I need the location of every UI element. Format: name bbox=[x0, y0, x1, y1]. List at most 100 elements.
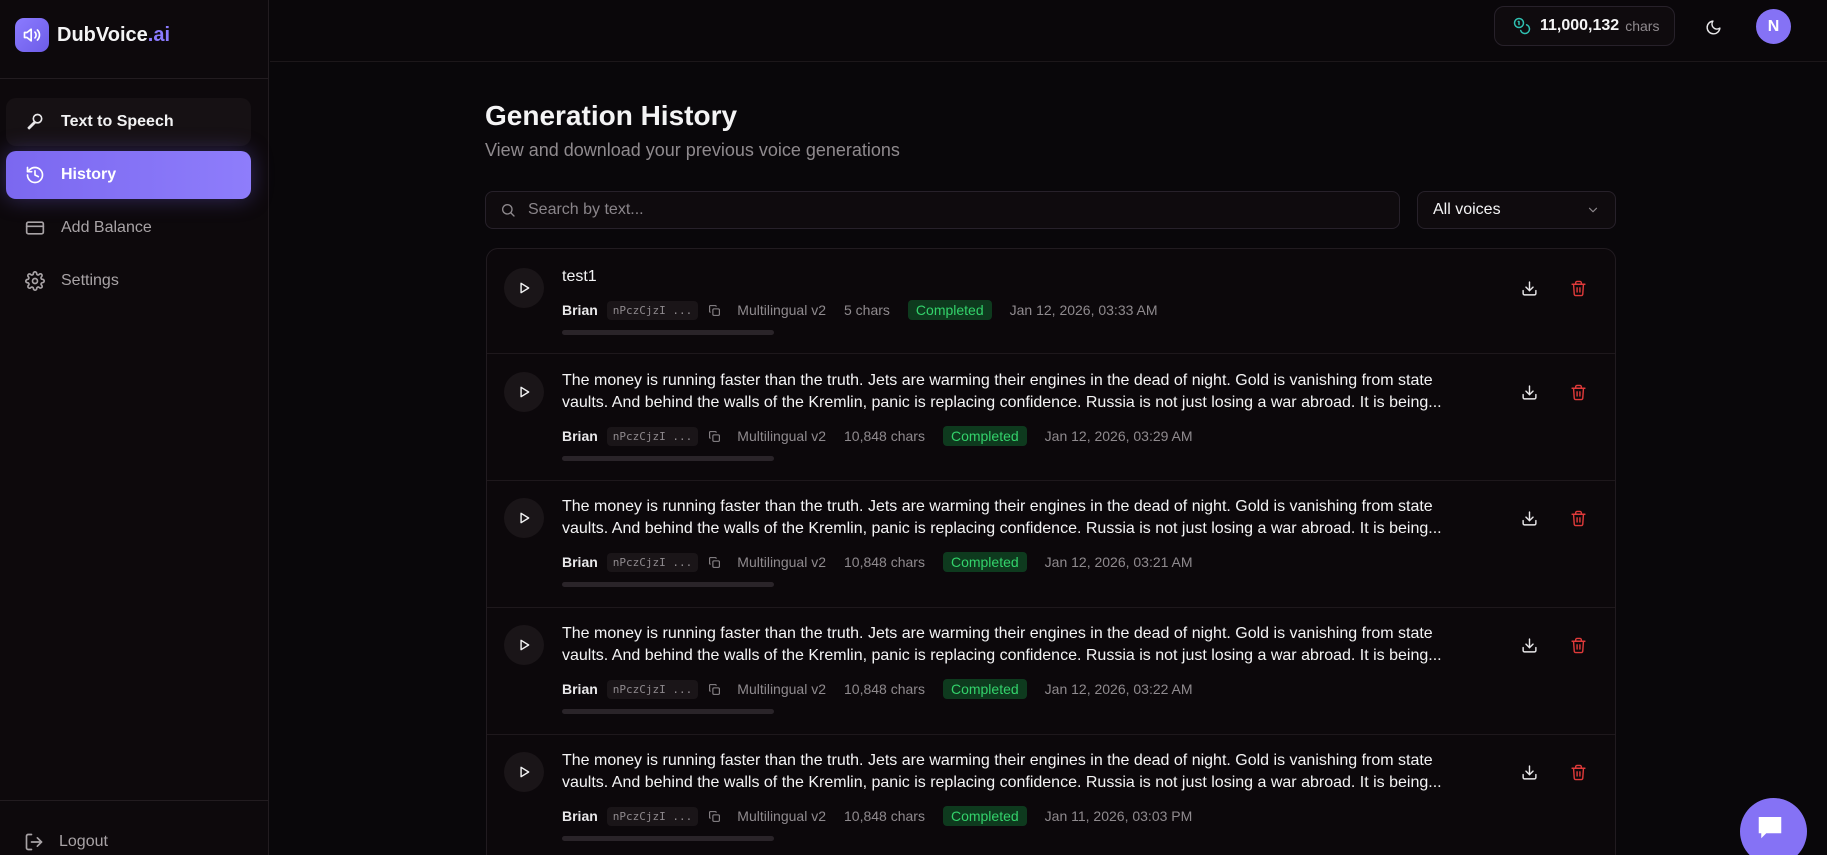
timestamp: Jan 12, 2026, 03:22 AM bbox=[1044, 681, 1193, 697]
play-button[interactable] bbox=[504, 752, 544, 792]
voice-id: nPczCjzI ... bbox=[606, 679, 699, 699]
sidebar-item-label: History bbox=[61, 166, 117, 183]
copy-icon[interactable] bbox=[708, 810, 721, 823]
divider bbox=[0, 800, 269, 801]
play-icon bbox=[517, 281, 531, 295]
trash-icon bbox=[1570, 280, 1587, 297]
voice-id: nPczCjzI ... bbox=[606, 426, 699, 446]
generation-text: The money is running faster than the tru… bbox=[562, 752, 1442, 791]
download-icon bbox=[1521, 637, 1538, 654]
char-count: 10,848 chars bbox=[844, 554, 925, 570]
divider bbox=[0, 78, 269, 79]
download-button[interactable] bbox=[1517, 760, 1541, 784]
status-badge: Completed bbox=[942, 806, 1027, 826]
balance-display[interactable]: 11,000,132 chars bbox=[1494, 6, 1675, 46]
audio-progress-bar[interactable] bbox=[562, 456, 774, 461]
status-badge: Completed bbox=[942, 679, 1027, 699]
search-icon bbox=[500, 202, 516, 218]
char-count: 10,848 chars bbox=[844, 428, 925, 444]
sidebar-item-label: Settings bbox=[61, 272, 119, 289]
moon-icon bbox=[1705, 19, 1722, 36]
status-badge: Completed bbox=[942, 426, 1027, 446]
copy-icon[interactable] bbox=[708, 430, 721, 443]
balance-unit: chars bbox=[1625, 18, 1660, 34]
audio-progress-bar[interactable] bbox=[562, 330, 774, 335]
model-name: Multilingual v2 bbox=[737, 808, 826, 824]
coins-icon bbox=[1513, 17, 1531, 35]
delete-button[interactable] bbox=[1566, 276, 1590, 300]
theme-toggle-button[interactable] bbox=[1700, 14, 1726, 40]
logout-button[interactable]: Logout bbox=[24, 832, 108, 852]
audio-progress-bar[interactable] bbox=[562, 582, 774, 587]
generation-meta: Brian nPczCjzI ... Multilingual v2 10,84… bbox=[562, 679, 1193, 699]
trash-icon bbox=[1570, 384, 1587, 401]
sidebar-item-label: Add Balance bbox=[61, 219, 152, 236]
model-name: Multilingual v2 bbox=[737, 681, 826, 697]
generation-meta: Brian nPczCjzI ... Multilingual v2 10,84… bbox=[562, 426, 1193, 446]
voice-id: nPczCjzI ... bbox=[606, 806, 699, 826]
sidebar-item-add-balance[interactable]: Add Balance bbox=[6, 204, 251, 252]
copy-icon[interactable] bbox=[708, 304, 721, 317]
voice-name: Brian bbox=[562, 428, 598, 444]
balance-value: 11,000,132 bbox=[1540, 17, 1620, 34]
trash-icon bbox=[1570, 510, 1587, 527]
download-button[interactable] bbox=[1517, 506, 1541, 530]
timestamp: Jan 12, 2026, 03:21 AM bbox=[1044, 554, 1193, 570]
download-icon bbox=[1521, 280, 1538, 297]
trash-icon bbox=[1570, 764, 1587, 781]
brand-name: DubVoice.ai bbox=[57, 23, 171, 46]
sidebar-item-settings[interactable]: Settings bbox=[6, 257, 251, 305]
voice-id: nPczCjzI ... bbox=[606, 300, 699, 320]
download-button[interactable] bbox=[1517, 380, 1541, 404]
play-button[interactable] bbox=[504, 268, 544, 308]
audio-progress-bar[interactable] bbox=[562, 709, 774, 714]
history-row: test1 Brian nPczCjzI ... Multilingual v2… bbox=[487, 249, 1615, 354]
history-row: The money is running faster than the tru… bbox=[487, 608, 1615, 735]
model-name: Multilingual v2 bbox=[737, 428, 826, 444]
play-button[interactable] bbox=[504, 625, 544, 665]
search-input[interactable] bbox=[528, 201, 1388, 219]
avatar[interactable]: N bbox=[1756, 9, 1791, 44]
logout-label: Logout bbox=[59, 833, 108, 850]
sidebar-item-text-to-speech[interactable]: Text to Speech bbox=[6, 98, 251, 146]
voice-filter-select[interactable]: All voices bbox=[1417, 191, 1616, 229]
download-icon bbox=[1521, 384, 1538, 401]
timestamp: Jan 11, 2026, 03:03 PM bbox=[1044, 808, 1193, 824]
copy-icon[interactable] bbox=[708, 683, 721, 696]
credit-card-icon bbox=[24, 217, 46, 239]
chat-support-button[interactable] bbox=[1740, 798, 1807, 855]
delete-button[interactable] bbox=[1566, 633, 1590, 657]
gear-icon bbox=[24, 270, 46, 292]
voice-id: nPczCjzI ... bbox=[606, 552, 699, 572]
status-badge: Completed bbox=[907, 300, 992, 320]
search-box bbox=[485, 191, 1400, 229]
play-button[interactable] bbox=[504, 498, 544, 538]
trash-icon bbox=[1570, 637, 1587, 654]
download-icon bbox=[1521, 764, 1538, 781]
copy-icon[interactable] bbox=[708, 556, 721, 569]
generation-text: The money is running faster than the tru… bbox=[562, 372, 1442, 411]
download-button[interactable] bbox=[1517, 633, 1541, 657]
download-button[interactable] bbox=[1517, 276, 1541, 300]
play-button[interactable] bbox=[504, 372, 544, 412]
history-row: The money is running faster than the tru… bbox=[487, 481, 1615, 608]
brand-logo[interactable]: DubVoice.ai bbox=[15, 18, 170, 52]
delete-button[interactable] bbox=[1566, 506, 1590, 530]
audio-progress-bar[interactable] bbox=[562, 836, 774, 841]
sidebar: DubVoice.ai Text to Speech History Add B… bbox=[0, 0, 269, 855]
generation-meta: Brian nPczCjzI ... Multilingual v2 10,84… bbox=[562, 552, 1193, 572]
voice-name: Brian bbox=[562, 808, 598, 824]
generation-text: The money is running faster than the tru… bbox=[562, 625, 1442, 664]
history-list: test1 Brian nPczCjzI ... Multilingual v2… bbox=[486, 248, 1616, 855]
sidebar-item-history[interactable]: History bbox=[6, 151, 251, 199]
delete-button[interactable] bbox=[1566, 380, 1590, 404]
play-icon bbox=[517, 385, 531, 399]
timestamp: Jan 12, 2026, 03:29 AM bbox=[1044, 428, 1193, 444]
delete-button[interactable] bbox=[1566, 760, 1590, 784]
history-icon bbox=[24, 164, 46, 186]
history-row: The money is running faster than the tru… bbox=[487, 735, 1615, 855]
status-badge: Completed bbox=[942, 552, 1027, 572]
page-subtitle: View and download your previous voice ge… bbox=[485, 140, 900, 160]
logout-icon bbox=[24, 832, 44, 852]
model-name: Multilingual v2 bbox=[737, 554, 826, 570]
